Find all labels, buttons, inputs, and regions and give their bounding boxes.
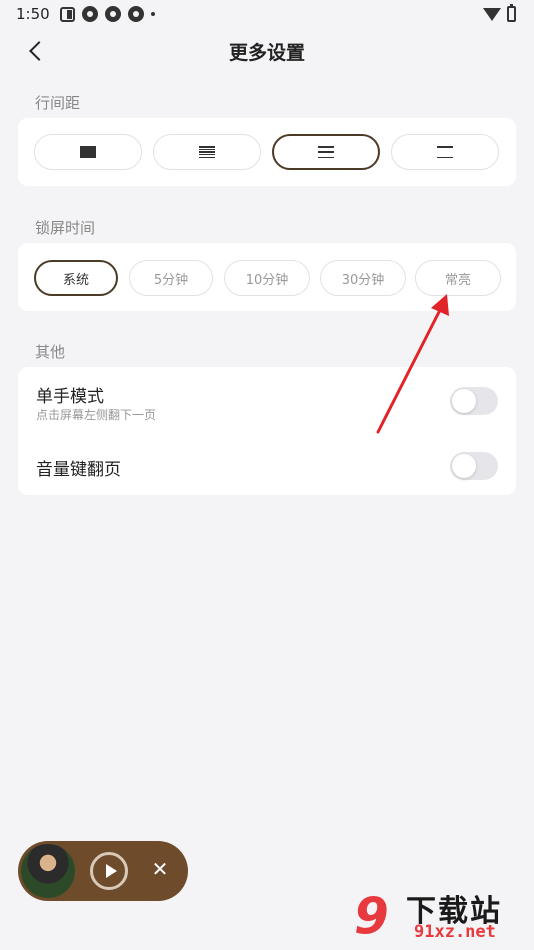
- watermark-url: 91xz.net: [414, 922, 496, 942]
- line-spacing-option-1[interactable]: [34, 134, 142, 170]
- other-card: 单手模式 点击屏幕左侧翻下一页 音量键翻页: [18, 367, 516, 495]
- battery-icon: [507, 4, 516, 22]
- mini-player[interactable]: ✕: [18, 841, 188, 901]
- line-spacing-loose-icon: [437, 146, 453, 158]
- lock-time-option-10min[interactable]: 10分钟: [224, 260, 310, 296]
- status-icons: [59, 6, 155, 22]
- watermark: 9 下载站 91xz.net: [354, 886, 530, 946]
- line-spacing-compact-icon: [199, 146, 215, 158]
- chevron-left-icon: [29, 41, 49, 61]
- play-icon: [106, 864, 117, 878]
- back-button[interactable]: [22, 37, 50, 65]
- toggle-knob: [452, 454, 476, 478]
- lock-time-option-30min[interactable]: 30分钟: [320, 260, 406, 296]
- lock-time-card: 系统 5分钟 10分钟 30分钟 常亮: [18, 243, 516, 311]
- lock-time-option-system[interactable]: 系统: [34, 260, 118, 296]
- notification-icon: [104, 6, 121, 22]
- status-bar: 1:50: [0, 0, 534, 28]
- watermark-logo-icon: 9: [354, 887, 389, 945]
- line-spacing-option-2[interactable]: [153, 134, 261, 170]
- notification-icon: [127, 6, 144, 22]
- line-spacing-label: 行间距: [35, 94, 81, 112]
- other-label: 其他: [35, 343, 66, 361]
- status-right: [483, 4, 516, 22]
- more-notifications-icon: [150, 12, 155, 16]
- wifi-icon: [483, 7, 501, 21]
- lock-time-option-5min[interactable]: 5分钟: [129, 260, 213, 296]
- volume-key-page-title: 音量键翻页: [36, 460, 121, 480]
- lock-time-label: 锁屏时间: [35, 219, 96, 237]
- notification-icon: [81, 6, 98, 22]
- play-button[interactable]: [90, 852, 128, 890]
- one-hand-mode-toggle[interactable]: [450, 387, 498, 415]
- line-spacing-option-3[interactable]: [272, 134, 380, 170]
- line-spacing-card: [18, 118, 516, 186]
- close-player-button[interactable]: ✕: [148, 857, 172, 881]
- toggle-knob: [452, 389, 476, 413]
- volume-key-page-toggle[interactable]: [450, 452, 498, 480]
- lock-time-option-always-on[interactable]: 常亮: [415, 260, 501, 296]
- page-title: 更多设置: [228, 41, 305, 64]
- one-hand-mode-subtitle: 点击屏幕左侧翻下一页: [36, 408, 157, 422]
- status-time: 1:50: [16, 5, 50, 23]
- header: 更多设置: [0, 28, 534, 74]
- line-spacing-option-4[interactable]: [391, 134, 499, 170]
- line-spacing-tight-icon: [80, 146, 96, 158]
- one-hand-mode-title: 单手模式: [36, 387, 104, 407]
- line-spacing-normal-icon: [318, 146, 334, 158]
- album-art[interactable]: [21, 844, 75, 898]
- app-notification-icon: [59, 6, 75, 22]
